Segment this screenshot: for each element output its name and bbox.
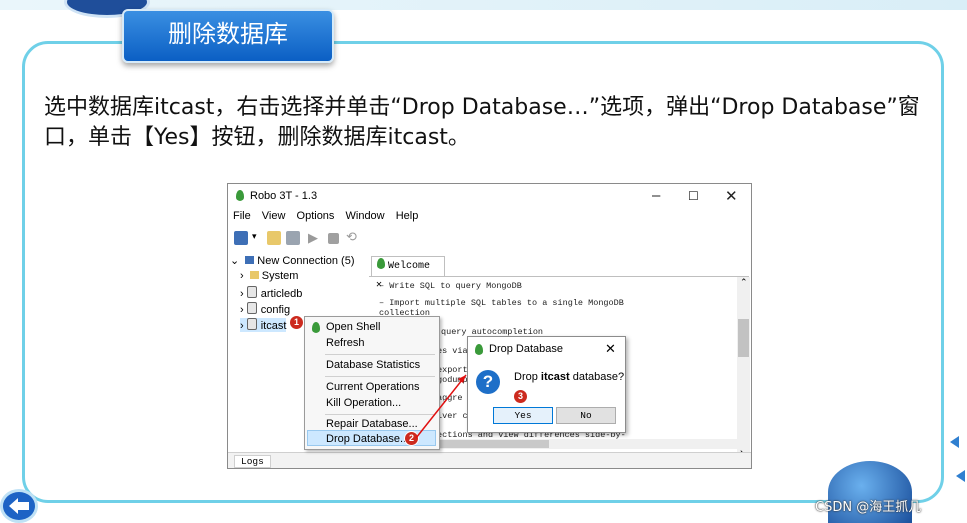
database-icon xyxy=(246,302,257,314)
tree-item-articledb[interactable]: › articledb xyxy=(240,286,302,300)
no-button[interactable]: No xyxy=(556,407,616,424)
scroll-thumb[interactable] xyxy=(738,319,749,357)
tree-item-label: itcast xyxy=(260,320,287,332)
folder-icon xyxy=(249,271,259,279)
drop-database-dialog: Drop Database ✕ ? Drop itcast database? … xyxy=(467,336,626,433)
tab-welcome[interactable]: Welcome ✕ xyxy=(371,256,445,291)
tree-item-itcast[interactable]: › itcast xyxy=(240,318,287,332)
content-line: – Write SQL to query MongoDB xyxy=(379,281,522,291)
menu-item-open-shell[interactable]: Open Shell xyxy=(326,321,380,333)
database-icon xyxy=(246,286,257,298)
database-icon xyxy=(246,318,257,330)
yes-button[interactable]: Yes xyxy=(493,407,553,424)
prev-page-icon-2[interactable] xyxy=(956,470,965,482)
tree-item-config[interactable]: › config xyxy=(240,302,290,316)
slide-description: 选中数据库itcast，右击选择并单击“Drop Database…”选项，弹出… xyxy=(44,95,920,150)
server-icon xyxy=(245,256,255,264)
content-line: godump xyxy=(437,375,468,385)
step-badge-1: 1 xyxy=(289,315,304,330)
step-badge-3: 3 xyxy=(513,389,528,404)
menu-options[interactable]: Options xyxy=(297,210,335,222)
tab-bar: Welcome ✕ xyxy=(369,254,749,291)
tree-item-label: System xyxy=(261,270,299,282)
logs-tab[interactable]: Logs xyxy=(234,455,271,468)
stop-icon[interactable] xyxy=(328,233,339,244)
robo3t-leaf-icon xyxy=(236,190,244,201)
maximize-icon[interactable]: ☐ xyxy=(688,189,699,203)
tab-welcome-label: Welcome xyxy=(388,261,431,272)
logs-bar: Logs xyxy=(228,452,751,468)
dialog-message-suffix: database? xyxy=(569,371,625,383)
chevron-right-icon: › xyxy=(240,288,244,300)
step-badge-2: 2 xyxy=(404,431,419,446)
dialog-message-prefix: Drop xyxy=(514,371,541,383)
toolbar: ▾ ▶ ⟲ xyxy=(232,229,747,249)
vertical-scrollbar[interactable]: ⌃ › xyxy=(737,277,750,467)
folder-icon[interactable] xyxy=(267,231,281,245)
chevron-right-icon: › xyxy=(240,270,244,282)
menu-item-current-operations[interactable]: Current Operations xyxy=(326,381,420,393)
menu-item-database-statistics[interactable]: Database Statistics xyxy=(326,359,420,371)
save-icon[interactable] xyxy=(286,231,300,245)
content-line: aggre xyxy=(437,393,463,403)
dialog-title: Drop Database xyxy=(489,343,563,355)
menu-separator xyxy=(325,414,435,415)
chevron-down-icon[interactable]: ▾ xyxy=(252,231,257,242)
menu-item-kill-operation[interactable]: Kill Operation... xyxy=(326,397,401,409)
refresh-icon[interactable]: ⟲ xyxy=(346,229,357,245)
tree-item-label: articledb xyxy=(260,288,303,300)
menu-bar: File View Options Window Help xyxy=(228,210,421,226)
close-icon[interactable]: ✕ xyxy=(725,187,738,205)
menu-help[interactable]: Help xyxy=(396,210,419,222)
run-icon[interactable]: ▶ xyxy=(308,230,318,246)
context-menu: Open Shell Refresh Database Statistics C… xyxy=(304,316,440,450)
tree-item-label: config xyxy=(260,304,291,316)
robo3t-leaf-icon xyxy=(377,258,385,269)
window-titlebar: Robo 3T - 1.3 – ☐ ✕ xyxy=(228,184,751,208)
watermark: CSDN @海王抓几 xyxy=(815,500,922,515)
robo3t-leaf-icon xyxy=(475,344,483,355)
back-arrow-icon[interactable] xyxy=(0,489,38,523)
robo3t-leaf-icon xyxy=(312,322,320,333)
content-line: export xyxy=(437,365,468,375)
chevron-down-icon: ⌄ xyxy=(230,255,240,267)
menu-item-refresh[interactable]: Refresh xyxy=(326,337,365,349)
question-icon: ? xyxy=(476,370,500,394)
content-line: – Import multiple SQL tables to a single… xyxy=(379,298,624,308)
slide-title-banner: 删除数据库 xyxy=(122,9,334,63)
prev-page-icon[interactable] xyxy=(950,436,959,448)
tree-connection-label: New Connection (5) xyxy=(257,255,355,267)
menu-view[interactable]: View xyxy=(262,210,286,222)
connect-icon[interactable] xyxy=(234,231,248,245)
dialog-message: Drop itcast database? xyxy=(514,371,624,383)
menu-item-drop-database[interactable]: Drop Database... xyxy=(326,433,409,445)
window-title: Robo 3T - 1.3 xyxy=(250,190,318,202)
dialog-message-db: itcast xyxy=(540,371,570,383)
chevron-right-icon: › xyxy=(240,320,244,332)
menu-separator xyxy=(325,376,435,377)
chevron-right-icon: › xyxy=(240,304,244,316)
tree-item-system[interactable]: › System xyxy=(240,270,298,282)
menu-item-repair-database[interactable]: Repair Database... xyxy=(326,418,418,430)
scroll-up-icon[interactable]: ⌃ xyxy=(740,277,748,288)
content-line: es via xyxy=(437,346,468,356)
menu-file[interactable]: File xyxy=(233,210,251,222)
minimize-icon[interactable]: – xyxy=(652,187,660,204)
menu-separator xyxy=(325,354,435,355)
menu-window[interactable]: Window xyxy=(346,210,385,222)
tree-connection[interactable]: ⌄ New Connection (5) xyxy=(230,254,355,267)
dialog-close-icon[interactable]: ✕ xyxy=(605,341,616,357)
